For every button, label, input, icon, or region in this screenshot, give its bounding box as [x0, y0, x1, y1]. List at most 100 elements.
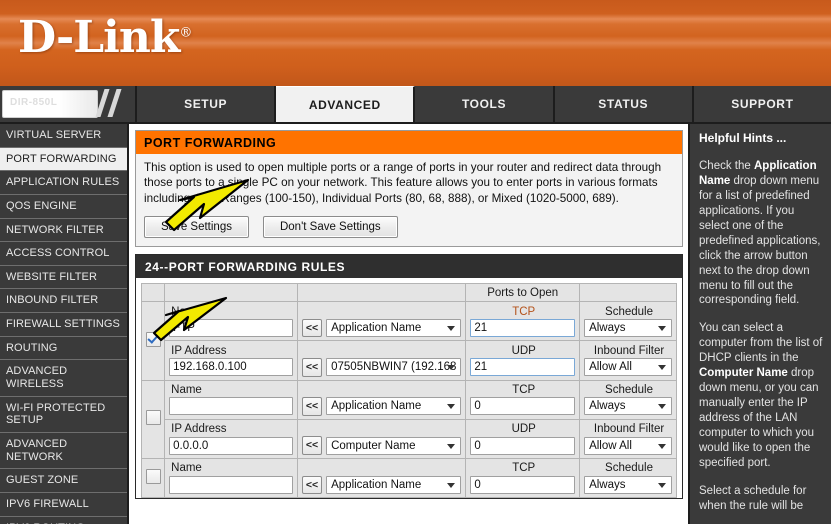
chevron-down-icon: [447, 483, 455, 488]
application-name-select-3[interactable]: Application Name: [326, 476, 461, 494]
inbound-filter-select-value-1: Allow All: [589, 361, 648, 373]
rule-computer-cell-1: << 07505NBWIN7 (192.168: [297, 341, 466, 380]
application-copy-button-3[interactable]: <<: [302, 476, 322, 495]
sidebar-item-routing[interactable]: ROUTING: [0, 337, 127, 361]
tcp-port-input-2[interactable]: [470, 397, 575, 415]
tcp-port-input-3[interactable]: [470, 476, 575, 494]
sidebar-item-access-control[interactable]: ACCESS CONTROL: [0, 242, 127, 266]
hint-2-post: drop down menu, or you can manually ente…: [699, 367, 819, 469]
tab-setup[interactable]: SETUP: [137, 86, 276, 122]
computer-name-select-2[interactable]: Computer Name: [326, 437, 461, 455]
rule-application-cell-2: << Application Name: [297, 380, 466, 419]
name-label-2: Name: [169, 383, 293, 398]
hint-1-pre: Check the: [699, 160, 754, 172]
schedule-label-2: Schedule: [584, 383, 672, 398]
computer-copy-button-2[interactable]: <<: [302, 436, 322, 455]
rule-enable-checkbox-2[interactable]: [146, 410, 161, 425]
tab-advanced[interactable]: ADVANCED: [276, 86, 415, 122]
slash-decoration-2: [107, 89, 121, 117]
application-copy-button-1[interactable]: <<: [302, 319, 322, 338]
table-row: IP Address << C: [142, 419, 677, 458]
hint-2-pre: You can select a computer from the list …: [699, 322, 822, 364]
rule-ip-input-2[interactable]: [169, 437, 293, 455]
model-name-label: DIR-850L: [10, 97, 57, 108]
tab-status[interactable]: STATUS: [555, 86, 694, 122]
hint-paragraph-1: Check the Application Name drop down men…: [699, 159, 823, 308]
tab-support[interactable]: SUPPORT: [694, 86, 831, 122]
inbound-filter-select-1[interactable]: Allow All: [584, 358, 672, 376]
chevron-down-icon: [447, 326, 455, 331]
group-header-spacer-1: [142, 284, 165, 302]
model-badge: DIR-850L: [0, 86, 137, 122]
application-name-select-1[interactable]: Application Name: [326, 319, 461, 337]
rule-ip-input-1[interactable]: [169, 358, 293, 376]
sidebar-item-guest-zone[interactable]: GUEST ZONE: [0, 469, 127, 493]
tcp-label-1: TCP: [470, 305, 575, 320]
schedule-select-1[interactable]: Always: [584, 319, 672, 337]
rule-tcp-cell-2: TCP: [466, 380, 580, 419]
sidebar-item-website-filter[interactable]: WEBSITE FILTER: [0, 266, 127, 290]
rules-table-wrapper: Ports to Open Name: [136, 278, 682, 498]
sidebar-item-ipv6-firewall[interactable]: IPV6 FIREWALL: [0, 493, 127, 517]
sidebar-item-ipv6-routing[interactable]: IPV6 ROUTING: [0, 517, 127, 524]
rule-ip-cell-1: IP Address: [165, 341, 298, 380]
group-header-ports-to-open: Ports to Open: [466, 284, 580, 302]
sidebar-item-network-filter[interactable]: NETWORK FILTER: [0, 219, 127, 243]
sidebar-menu: VIRTUAL SERVER PORT FORWARDING APPLICATI…: [0, 124, 129, 524]
port-forwarding-panel: PORT FORWARDING This option is used to o…: [135, 130, 683, 247]
application-spacer-label-2: [302, 383, 462, 398]
chevron-down-icon: [447, 444, 455, 449]
chevron-down-icon: [658, 404, 666, 409]
tcp-port-input-1[interactable]: [470, 319, 575, 337]
rule-schedule-cell-1: Schedule Always: [580, 302, 677, 341]
application-copy-button-2[interactable]: <<: [302, 397, 322, 416]
rule-ip-cell-2: IP Address: [165, 419, 298, 458]
sidebar-item-firewall-settings[interactable]: FIREWALL SETTINGS: [0, 313, 127, 337]
sidebar-item-inbound-filter[interactable]: INBOUND FILTER: [0, 289, 127, 313]
rule-name-input-2[interactable]: [169, 397, 293, 415]
sidebar-item-application-rules[interactable]: APPLICATION RULES: [0, 171, 127, 195]
sidebar-item-advanced-wireless[interactable]: ADVANCED WIRELESS: [0, 360, 127, 396]
rule-enable-cell-1: [142, 302, 165, 380]
sidebar-item-virtual-server[interactable]: VIRTUAL SERVER: [0, 124, 127, 148]
page-body: VIRTUAL SERVER PORT FORWARDING APPLICATI…: [0, 124, 831, 524]
brand-header: D-Link®: [0, 0, 831, 86]
sidebar-item-wifi-protected-setup[interactable]: WI-FI PROTECTED SETUP: [0, 397, 127, 433]
rule-name-input-3[interactable]: [169, 476, 293, 494]
computer-name-select-value-1: 07505NBWIN7 (192.168: [331, 361, 460, 373]
sidebar-item-advanced-network[interactable]: ADVANCED NETWORK: [0, 433, 127, 469]
computer-copy-button-1[interactable]: <<: [302, 358, 322, 377]
rule-tcp-cell-3: TCP: [466, 458, 580, 497]
rule-name-input-1[interactable]: [169, 319, 293, 337]
rule-enable-checkbox-1[interactable]: [146, 332, 161, 347]
udp-port-input-1[interactable]: [470, 358, 575, 376]
inbound-filter-select-value-2: Allow All: [589, 440, 648, 452]
inbound-filter-select-2[interactable]: Allow All: [584, 437, 672, 455]
chevron-down-icon: [658, 365, 666, 370]
rule-schedule-cell-2: Schedule Always: [580, 380, 677, 419]
rule-name-cell-1: Name: [165, 302, 298, 341]
schedule-select-2[interactable]: Always: [584, 397, 672, 415]
dont-save-settings-button[interactable]: Don't Save Settings: [263, 216, 398, 238]
chevron-down-icon: [447, 404, 455, 409]
schedule-select-3[interactable]: Always: [584, 476, 672, 494]
group-header-spacer-4: [580, 284, 677, 302]
schedule-select-value-3: Always: [589, 479, 641, 491]
sidebar-item-port-forwarding[interactable]: PORT FORWARDING: [0, 148, 127, 172]
rule-enable-checkbox-3[interactable]: [146, 469, 161, 484]
udp-port-input-2[interactable]: [470, 437, 575, 455]
chevron-down-icon: [658, 326, 666, 331]
application-spacer-label-3: [302, 461, 462, 476]
save-settings-button[interactable]: Save Settings: [144, 216, 249, 238]
rule-application-cell-3: << Application Name: [297, 458, 466, 497]
schedule-select-value-2: Always: [589, 400, 641, 412]
sidebar-item-qos-engine[interactable]: QOS ENGINE: [0, 195, 127, 219]
main-navigation: DIR-850L SETUP ADVANCED TOOLS STATUS SUP…: [0, 86, 831, 124]
port-forwarding-rules-panel: 24--PORT FORWARDING RULES Ports to Open: [135, 254, 683, 499]
application-name-select-2[interactable]: Application Name: [326, 397, 461, 415]
computer-name-select-1[interactable]: 07505NBWIN7 (192.168: [326, 358, 461, 376]
tab-tools[interactable]: TOOLS: [415, 86, 554, 122]
schedule-label-1: Schedule: [584, 305, 672, 320]
hint-paragraph-2: You can select a computer from the list …: [699, 321, 823, 470]
port-forwarding-rules-table: Ports to Open Name: [141, 283, 677, 498]
